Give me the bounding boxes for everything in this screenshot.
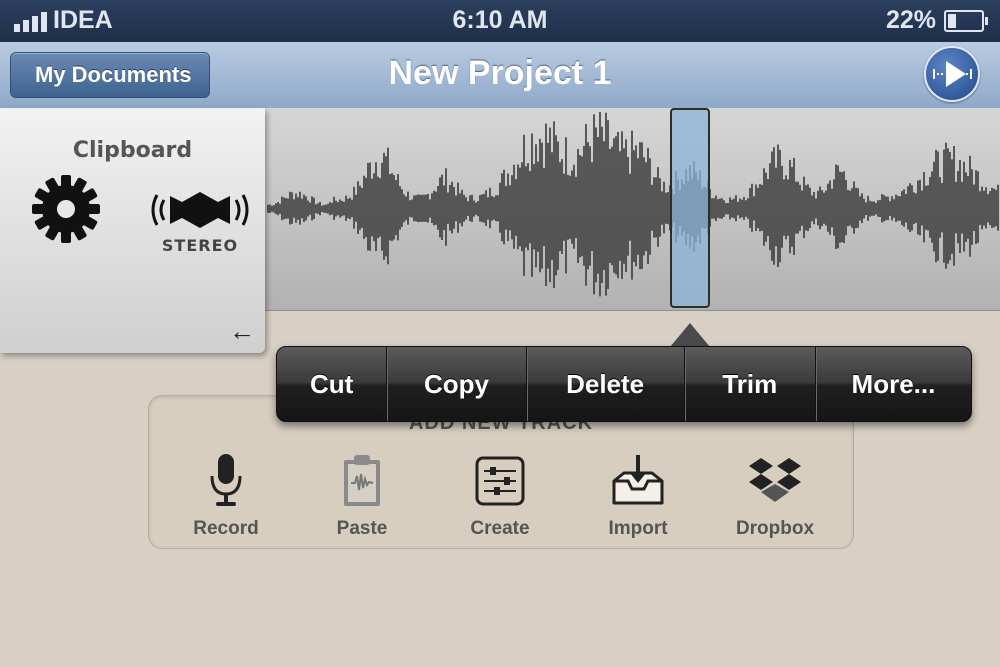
menu-item-cut[interactable]: Cut <box>277 347 388 421</box>
stereo-speaker-icon[interactable] <box>148 188 252 232</box>
edit-context-menu: Cut Copy Delete Trim More... <box>276 346 972 422</box>
dropbox-button[interactable]: Dropbox <box>715 452 835 540</box>
clipboard-title: Clipboard <box>72 138 193 163</box>
gear-icon[interactable] <box>30 173 102 245</box>
battery-info: 22% <box>885 6 988 35</box>
microphone-icon <box>210 454 242 506</box>
dropbox-label: Dropbox <box>735 518 815 539</box>
clipboard-icon <box>344 455 380 506</box>
dropbox-icon <box>749 458 801 502</box>
import-label: Import <box>608 518 668 539</box>
left-arrow-icon[interactable]: ← <box>229 316 255 347</box>
mixer-icon <box>475 456 525 506</box>
record-label: Record <box>193 518 259 539</box>
stereo-label: STEREO <box>161 236 239 255</box>
menu-item-more[interactable]: More... <box>816 347 971 421</box>
menu-pointer <box>670 323 710 347</box>
play-icon <box>933 61 972 87</box>
paste-label: Paste <box>336 518 388 539</box>
battery-percent: 22% <box>885 6 936 34</box>
clipboard-panel: Clipboard STEREO ← <box>0 108 265 353</box>
battery-icon <box>944 9 988 32</box>
clock: 6:10 AM <box>452 6 548 34</box>
selection-handle[interactable] <box>670 108 710 308</box>
waveform-path <box>267 111 999 297</box>
create-button[interactable]: Create <box>440 452 560 540</box>
create-label: Create <box>470 518 530 539</box>
import-button[interactable]: Import <box>578 452 698 540</box>
navigation-bar: My Documents New Project 1 <box>0 42 1000 109</box>
paste-button[interactable]: Paste <box>302 452 422 540</box>
menu-item-delete[interactable]: Delete <box>527 347 685 421</box>
page-title: New Project 1 <box>388 54 612 92</box>
menu-item-copy[interactable]: Copy <box>387 347 527 421</box>
play-button[interactable] <box>924 46 980 102</box>
inbox-download-icon <box>612 455 664 505</box>
status-bar: IDEA 6:10 AM 22% <box>0 0 1000 42</box>
record-button[interactable]: Record <box>166 452 286 540</box>
menu-item-trim[interactable]: Trim <box>685 347 816 421</box>
